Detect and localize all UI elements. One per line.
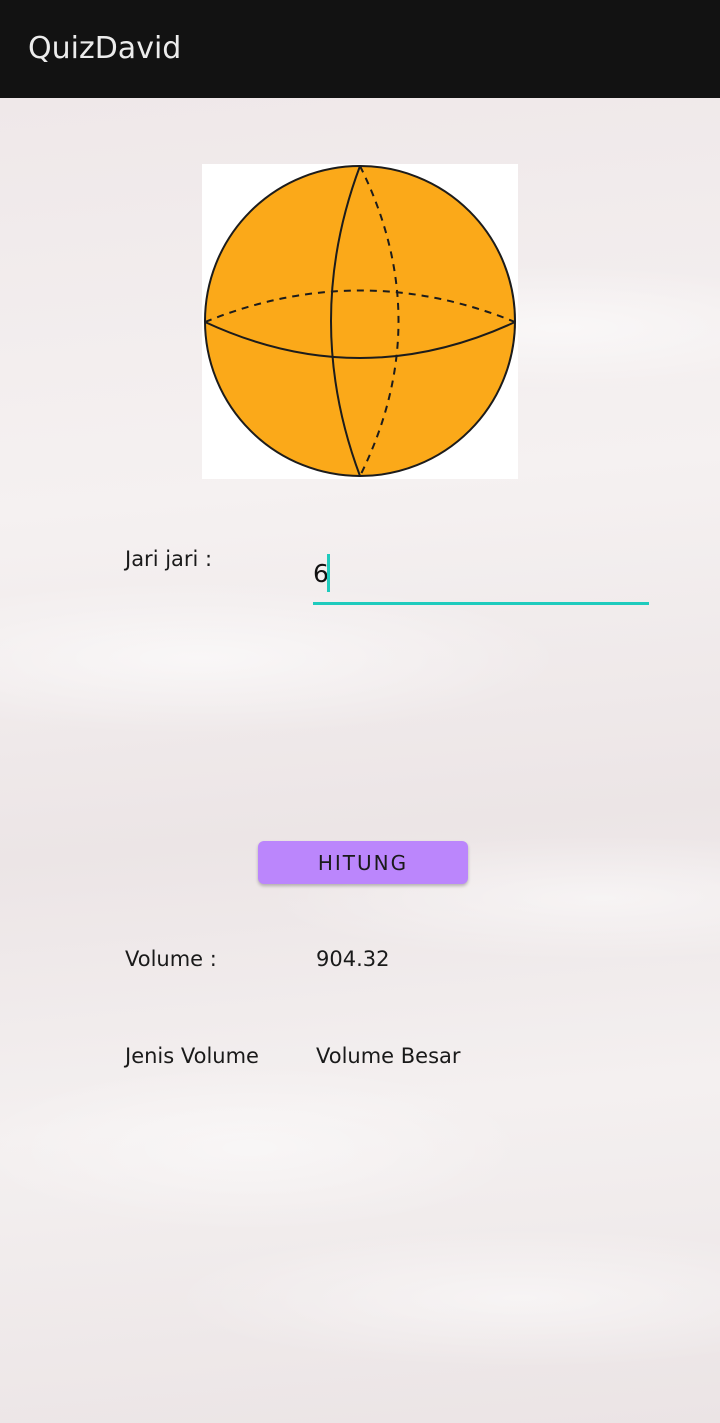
volume-value: 904.32 [316, 947, 390, 971]
app-bar: QuizDavid [0, 0, 720, 98]
volume-type-value: Volume Besar [316, 1044, 461, 1068]
volume-label: Volume : [125, 947, 217, 971]
volume-type-label: Jenis Volume [125, 1044, 259, 1068]
sphere-icon [204, 165, 516, 477]
sphere-image [202, 164, 518, 479]
app-title: QuizDavid [28, 31, 182, 66]
radius-label: Jari jari : [125, 547, 213, 571]
hitung-button[interactable]: HITUNG [258, 841, 468, 884]
text-cursor [327, 554, 330, 592]
radius-input-underline [313, 602, 649, 605]
